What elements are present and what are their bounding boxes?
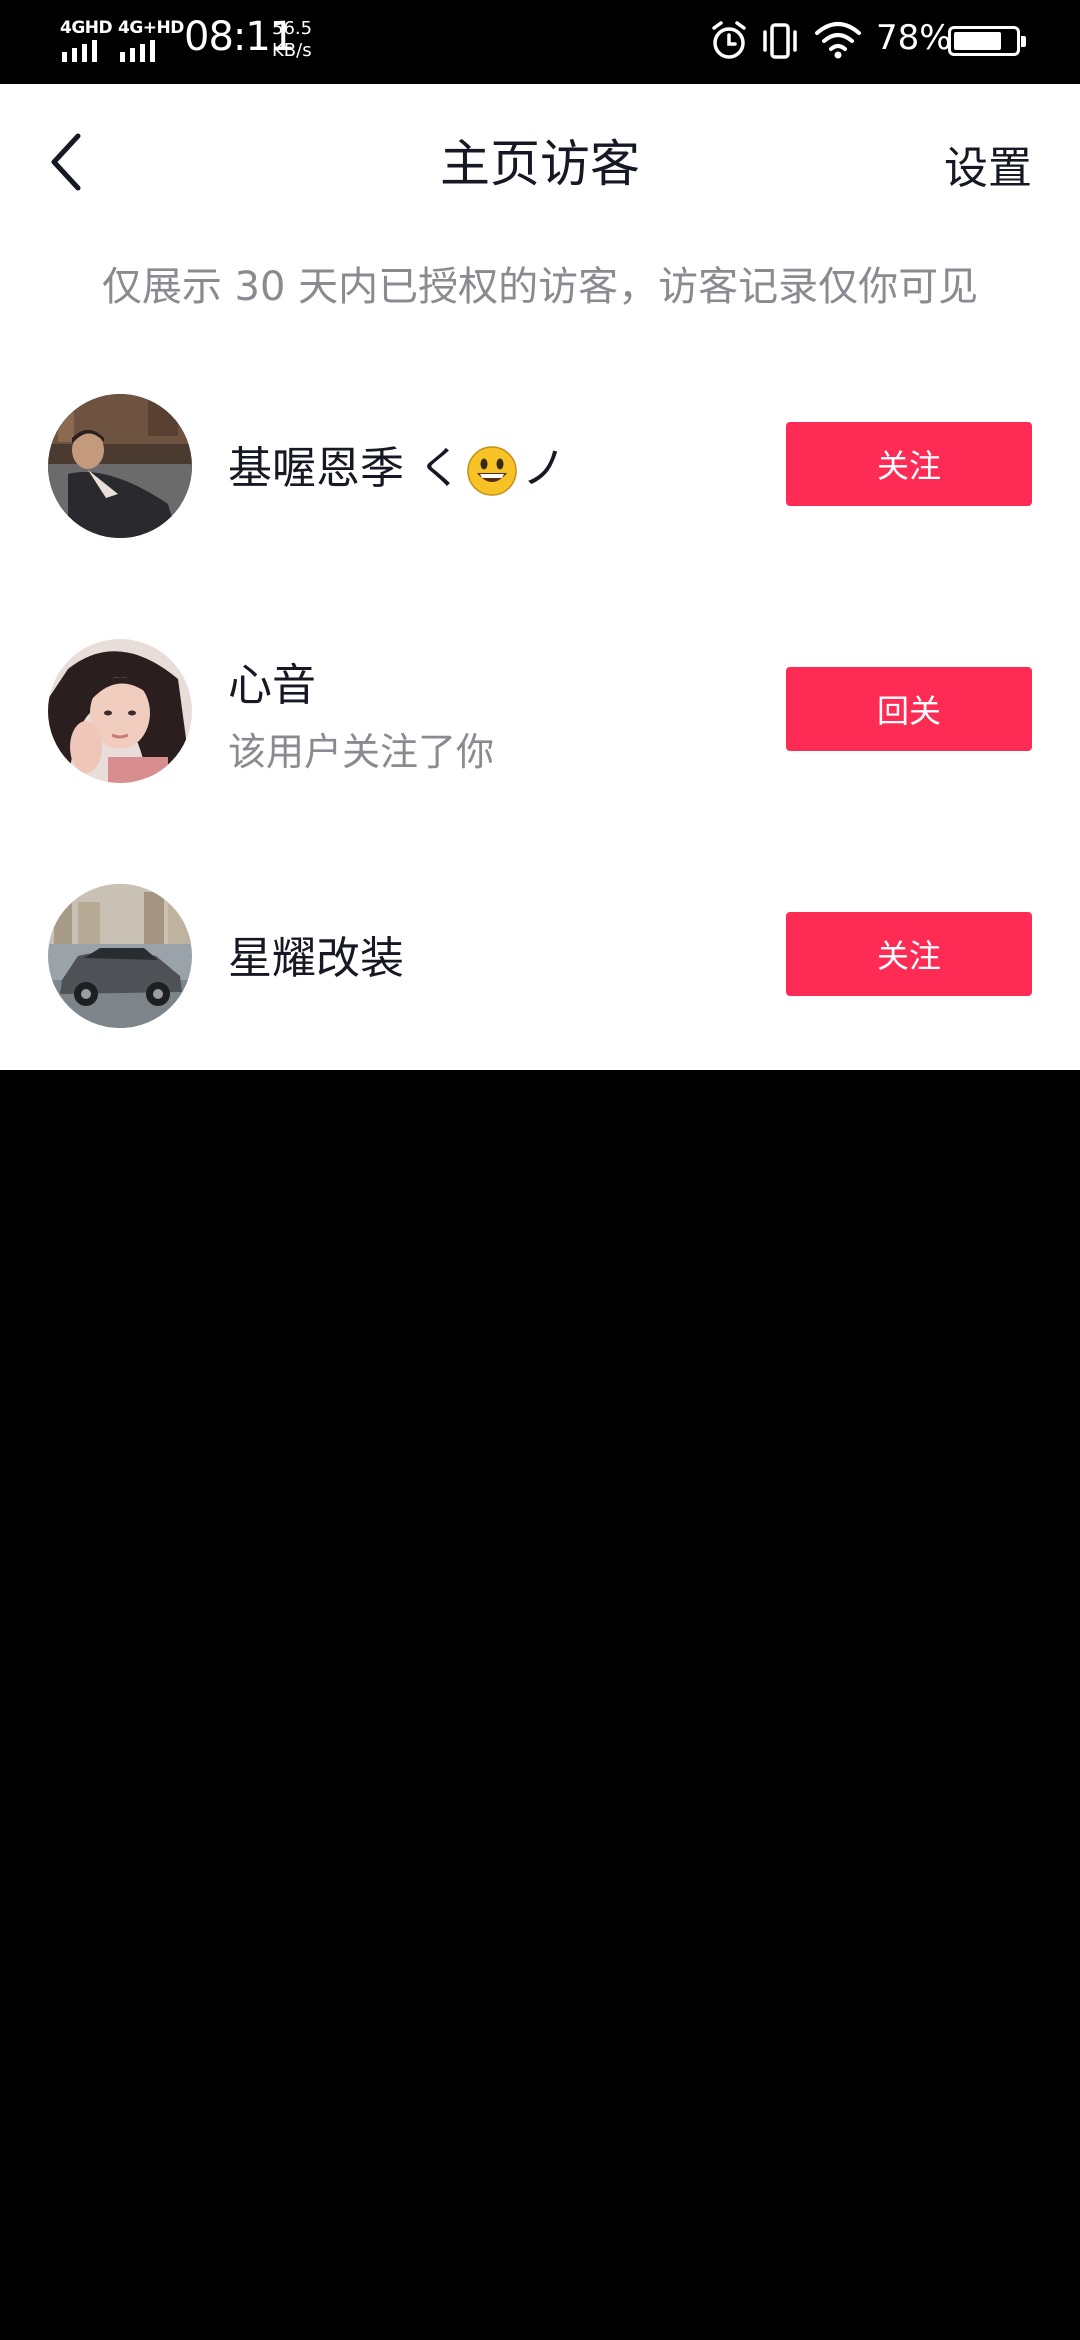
visitor-name-text: 基喔恩季 (228, 443, 404, 494)
visitors-page: 主页访客 设置 仅展示 30 天内已授权的访客，访客记录仅你可见 基喔恩季 く … (0, 84, 1080, 1070)
network-speed-value: 56.5 (272, 18, 313, 39)
network-type-label-sim2: 4G+HD (118, 18, 184, 38)
settings-button[interactable]: 设置 (944, 132, 1032, 196)
follow-back-button[interactable]: 回关 (786, 667, 1032, 751)
navigation-bar: 主页访客 设置 (0, 84, 1080, 236)
avatar[interactable] (48, 394, 192, 538)
alarm-clock-icon (712, 21, 746, 59)
avatar-photo-man-on-sofa (48, 394, 192, 538)
battery-percentage: 78% (876, 18, 952, 58)
status-bar: 4GHD 4G+HD 08:11 56.5 KB/s 78% (0, 0, 1080, 84)
network-speed: 56.5 KB/s (272, 18, 312, 62)
grinning-face-emoji-icon (467, 446, 517, 496)
avatar-photo-woman-selfie (48, 639, 192, 783)
visitor-name-decoration-left: く (418, 443, 462, 494)
wifi-icon (815, 22, 861, 59)
signal-strength-icon-sim2: 4G+HD (118, 18, 184, 64)
avatar-photo-sports-car (48, 884, 192, 1028)
visitor-name[interactable]: 星耀改装 (228, 922, 404, 986)
visitor-row[interactable]: 心音 该用户关注了你 回关 (0, 639, 1080, 839)
page-title: 主页访客 (440, 135, 640, 193)
avatar[interactable] (48, 639, 192, 783)
signal-strength-icon-sim1: 4GHD (60, 18, 113, 64)
network-speed-unit: KB/s (272, 40, 312, 61)
battery-icon (948, 26, 1026, 56)
visitor-name[interactable]: 心音 (228, 649, 316, 713)
visitor-name[interactable]: 基喔恩季 く ノ (228, 432, 566, 497)
visitor-privacy-notice: 仅展示 30 天内已授权的访客，访客记录仅你可见 (101, 264, 979, 310)
visitor-name-decoration-right: ノ (522, 443, 566, 494)
visitor-row[interactable]: 基喔恩季 く ノ 关注 (0, 394, 1080, 594)
network-type-label-sim1: 4GHD (60, 18, 113, 38)
follow-button[interactable]: 关注 (786, 912, 1032, 996)
follow-button[interactable]: 关注 (786, 422, 1032, 506)
visitor-row[interactable]: 星耀改装 关注 (0, 884, 1080, 1070)
avatar[interactable] (48, 884, 192, 1028)
visitor-relationship-status: 该用户关注了你 (228, 730, 495, 774)
vibrate-icon (763, 23, 797, 59)
battery-level-fill (954, 32, 1001, 50)
